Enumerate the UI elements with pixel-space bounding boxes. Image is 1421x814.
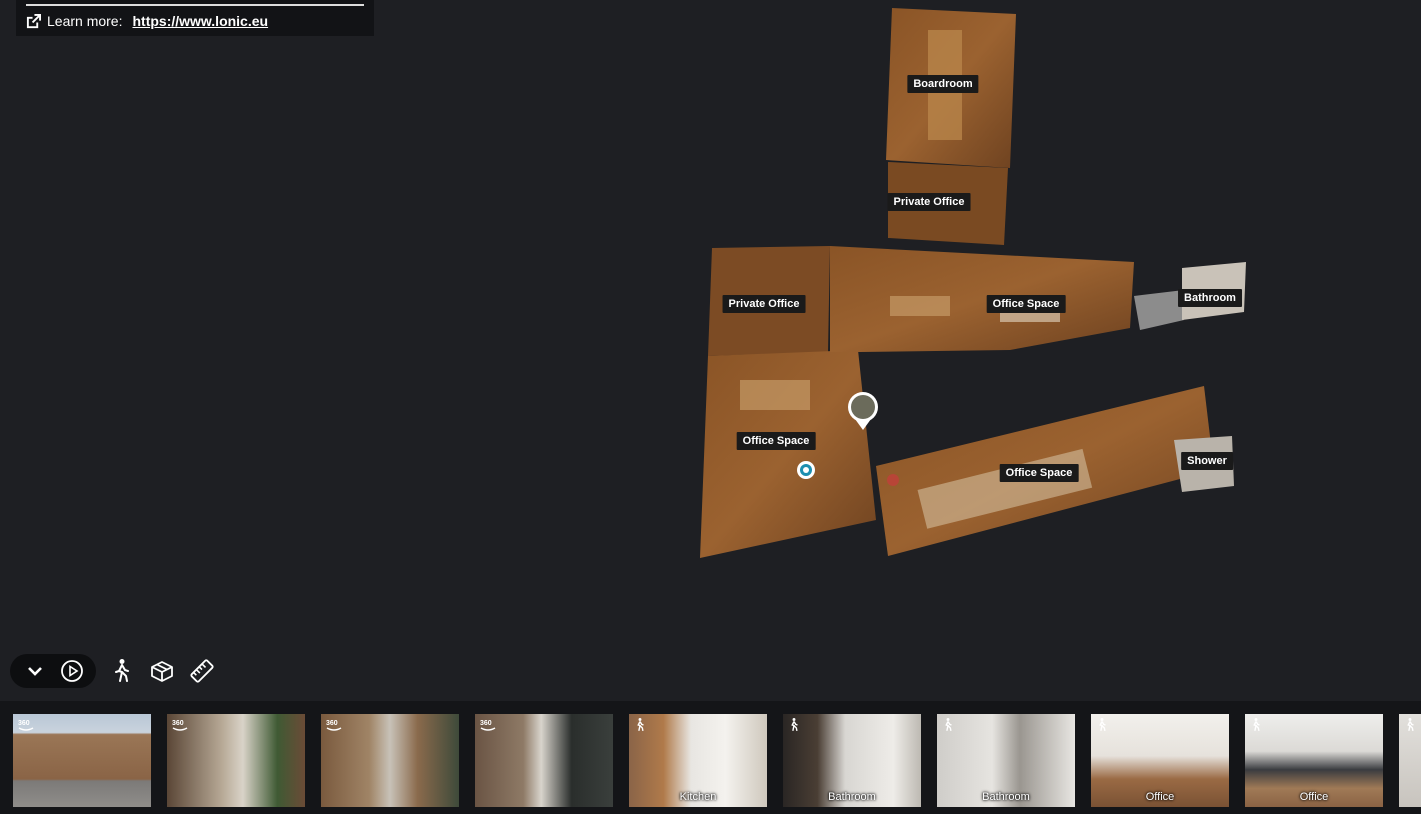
chevron-down-icon (27, 667, 42, 676)
dollhouse-icon (151, 661, 173, 682)
room-label-shower[interactable]: Shower (1181, 452, 1233, 470)
svg-text:360: 360 (172, 720, 184, 727)
panorama-360-icon: 360 (17, 717, 35, 738)
desk-cluster (890, 296, 950, 316)
thumbnail-caption: Office (1145, 791, 1175, 803)
thumbnail-caption: Kitchen (679, 791, 717, 803)
thumbnail-caption: Office (1299, 791, 1329, 803)
navigation-point[interactable] (887, 474, 899, 486)
play-icon (60, 660, 83, 682)
tour-controls (10, 653, 222, 689)
play-button[interactable] (55, 653, 89, 689)
walk-icon (1403, 717, 1417, 738)
walk-icon (115, 659, 129, 682)
thumbnail-360-alley[interactable]: 360 (167, 714, 305, 807)
thumbnail-kitchen[interactable]: Kitchen (629, 714, 767, 807)
thumbnail-office[interactable]: Office (1091, 714, 1229, 807)
walk-icon (787, 717, 801, 738)
current-position-marker[interactable] (797, 461, 815, 479)
thumbnail-partial[interactable] (1399, 714, 1421, 807)
measure-button[interactable] (182, 653, 222, 689)
ruler-icon (190, 659, 214, 683)
collapse-button[interactable] (18, 653, 52, 689)
panorama-360-icon: 360 (325, 717, 343, 738)
highlight-reel: 360 360 360 360 Kitchen Bathroom Bathroo… (0, 701, 1421, 814)
floor-plan[interactable] (0, 0, 1421, 700)
thumbnail-360-street[interactable]: 360 (13, 714, 151, 807)
svg-text:360: 360 (326, 720, 338, 727)
dollhouse-button[interactable] (142, 653, 182, 689)
desk-cluster (740, 380, 810, 410)
svg-text:360: 360 (18, 720, 30, 727)
room-label-bathroom[interactable]: Bathroom (1178, 289, 1242, 307)
thumbnail-360-mews[interactable]: 360 (321, 714, 459, 807)
room-label-office-space[interactable]: Office Space (999, 464, 1079, 482)
walk-icon (941, 717, 955, 738)
room-label-boardroom[interactable]: Boardroom (907, 75, 979, 93)
room-label-private-office[interactable]: Private Office (722, 295, 806, 313)
room-label-office-space[interactable]: Office Space (736, 432, 816, 450)
thumbnail-bathroom[interactable]: Bathroom (783, 714, 921, 807)
walk-icon (1249, 717, 1263, 738)
office-space-top-floor (830, 246, 1134, 352)
svg-text:360: 360 (480, 720, 492, 727)
walk-mode-button[interactable] (102, 653, 142, 689)
room-label-office-space[interactable]: Office Space (986, 295, 1066, 313)
walk-icon (1095, 717, 1109, 738)
thumbnail-360-courtyard[interactable]: 360 (475, 714, 613, 807)
panorama-360-icon: 360 (479, 717, 497, 738)
thumbnail-bathroom[interactable]: Bathroom (937, 714, 1075, 807)
bathroom-floor (1134, 290, 1184, 330)
thumbnail-caption: Bathroom (982, 791, 1030, 803)
playback-pill (10, 654, 96, 688)
thumbnail-office[interactable]: Office (1245, 714, 1383, 807)
panorama-360-icon: 360 (171, 717, 189, 738)
room-label-private-office[interactable]: Private Office (887, 193, 971, 211)
thumbnail-caption: Bathroom (828, 791, 876, 803)
walk-icon (633, 717, 647, 738)
